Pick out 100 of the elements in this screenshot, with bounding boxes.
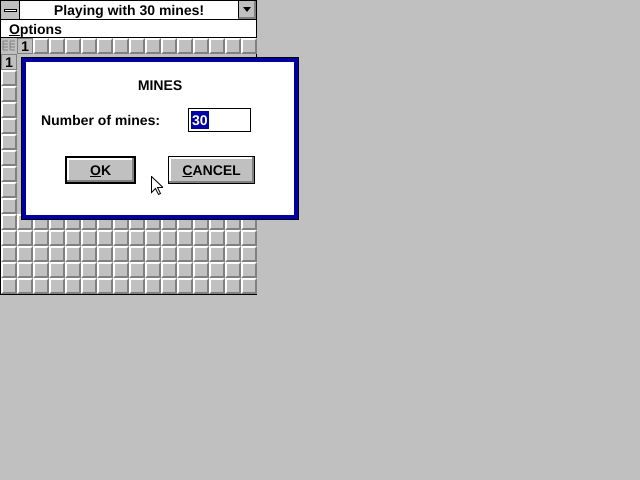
board-cell[interactable] [177,38,193,54]
window-title: Playing with 30 mines! [52,1,206,19]
board-cell[interactable] [193,38,209,54]
board-cell[interactable] [145,262,161,278]
board-cell[interactable] [1,214,17,230]
board-cell[interactable] [177,246,193,262]
mines-label: Number of mines: [41,110,160,130]
dialog-button[interactable]: CANCEL [168,156,255,184]
board-cell[interactable] [225,246,241,262]
board-cell[interactable] [1,230,17,246]
board-cell[interactable] [177,278,193,294]
board-cell[interactable]: 1 [1,54,17,70]
board-cell[interactable] [49,246,65,262]
board-cell[interactable] [129,246,145,262]
board-cell[interactable] [145,278,161,294]
board-cell[interactable] [97,38,113,54]
board-cell[interactable] [161,262,177,278]
board-cell[interactable] [145,230,161,246]
board-cell[interactable] [17,278,33,294]
board-cell[interactable] [225,38,241,54]
board-cell[interactable] [1,134,17,150]
board-cell[interactable] [129,262,145,278]
dialog-button[interactable]: OK [65,156,136,184]
board-cell[interactable] [113,230,129,246]
board-cell[interactable] [97,230,113,246]
board-cell[interactable] [33,246,49,262]
board-cell[interactable] [193,262,209,278]
board-cell[interactable] [113,262,129,278]
board-cell[interactable] [81,278,97,294]
board-cell[interactable] [65,262,81,278]
stack-icon [2,39,16,53]
board-cell[interactable] [33,278,49,294]
board-cell[interactable] [241,262,257,278]
board-cell[interactable] [1,246,17,262]
minimize-button[interactable] [238,1,256,19]
board-cell[interactable] [129,38,145,54]
board-cell[interactable] [97,278,113,294]
board-cell[interactable] [1,182,17,198]
board-cell[interactable] [1,262,17,278]
board-cell[interactable] [17,230,33,246]
board-cell[interactable]: 1 [17,38,33,54]
board-cell[interactable] [241,38,257,54]
board-cell[interactable] [1,118,17,134]
board-cell[interactable] [1,278,17,294]
board-cell[interactable] [145,38,161,54]
board-cell[interactable] [161,38,177,54]
board-cell[interactable] [225,278,241,294]
board-cell[interactable] [225,230,241,246]
cursor-icon [151,176,163,196]
board-cell[interactable] [129,230,145,246]
board-cell[interactable] [49,38,65,54]
board-cell[interactable] [97,262,113,278]
board-cell[interactable] [193,246,209,262]
board-cell[interactable] [129,278,145,294]
menu-item[interactable]: Options [9,22,62,36]
board-cell[interactable] [65,278,81,294]
board-cell[interactable] [193,230,209,246]
board-cell[interactable] [225,262,241,278]
board-cell[interactable] [209,230,225,246]
system-menu-button[interactable] [1,1,20,19]
board-cell[interactable] [17,246,33,262]
board-cell[interactable] [177,230,193,246]
board-cell[interactable] [81,246,97,262]
board-cell[interactable] [241,230,257,246]
board-cell[interactable] [161,246,177,262]
board-cell[interactable] [65,38,81,54]
board-cell[interactable] [1,86,17,102]
board-cell[interactable] [177,262,193,278]
board-cell[interactable] [81,230,97,246]
board-cell[interactable] [113,246,129,262]
board-cell[interactable] [193,278,209,294]
board-cell[interactable] [241,246,257,262]
board-cell[interactable] [161,230,177,246]
board-cell[interactable] [1,198,17,214]
board-cell[interactable] [17,262,33,278]
board-cell[interactable] [1,70,17,86]
board-cell[interactable] [1,166,17,182]
board-cell[interactable] [65,230,81,246]
board-cell[interactable] [209,246,225,262]
board-cell[interactable] [161,278,177,294]
mines-input[interactable]: 30 [188,108,252,132]
board-cell[interactable] [113,38,129,54]
board-cell[interactable] [49,278,65,294]
board-cell[interactable] [81,262,97,278]
board-cell[interactable] [1,150,17,166]
board-cell[interactable] [33,262,49,278]
board-cell[interactable] [33,38,49,54]
board-cell[interactable] [241,278,257,294]
board-cell[interactable] [209,262,225,278]
board-cell[interactable] [209,38,225,54]
board-cell[interactable] [49,262,65,278]
board-cell[interactable] [145,246,161,262]
board-cell[interactable] [49,230,65,246]
board-cell[interactable] [209,278,225,294]
board-cell[interactable] [113,278,129,294]
board-cell[interactable] [33,230,49,246]
board-cell[interactable] [81,38,97,54]
board-cell[interactable] [1,102,17,118]
board-cell[interactable] [97,246,113,262]
board-cell[interactable] [65,246,81,262]
